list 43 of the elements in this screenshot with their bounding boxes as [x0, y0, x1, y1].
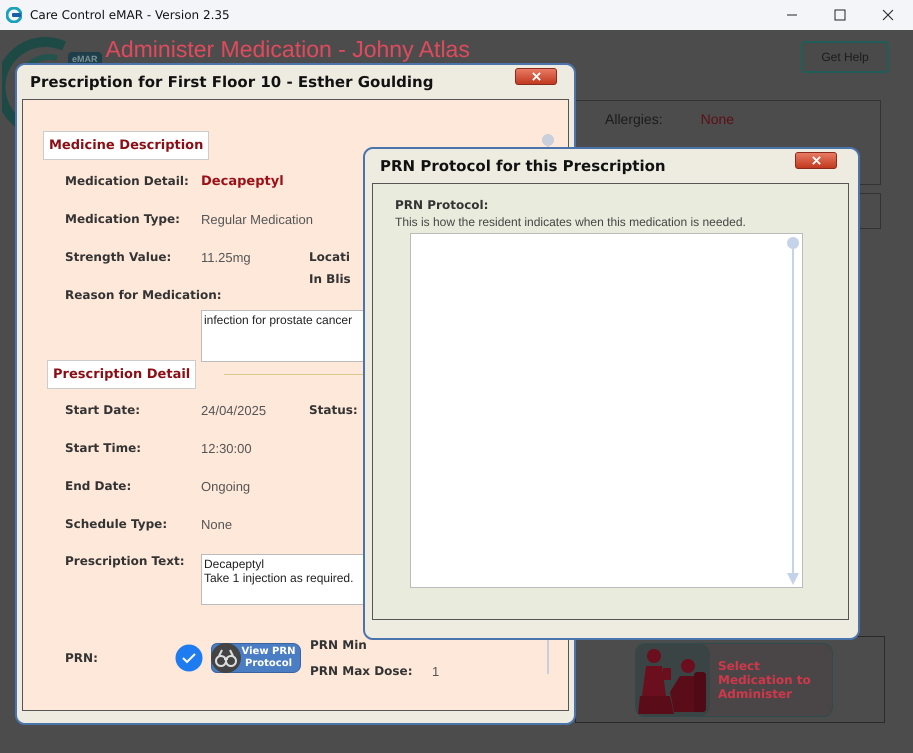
section-heading: Prescription Detail	[47, 360, 196, 389]
close-icon	[532, 72, 540, 80]
field-value: 11.25mg	[201, 250, 252, 264]
binoculars-icon	[211, 643, 241, 673]
field-label: Schedule Type:	[65, 517, 168, 531]
field-label: Prescription Text:	[65, 554, 186, 568]
checkbox[interactable]	[175, 644, 203, 672]
close-button[interactable]	[795, 152, 837, 168]
maximize-icon[interactable]	[834, 9, 846, 21]
field-label: Start Date:	[65, 403, 142, 417]
field-label: Medication Detail:	[65, 174, 190, 188]
field-label: Strength Value:	[65, 250, 172, 264]
section-heading: Medicine Description	[43, 131, 210, 160]
field-label: Status:	[309, 403, 359, 417]
view-prn-protocol-button[interactable]: View PRN Protocol	[211, 643, 301, 673]
field-label: End Date:	[65, 479, 132, 493]
field-value: 12:30:00	[201, 440, 253, 456]
field-label: PRN Min	[310, 638, 368, 652]
field-label: Reason for Medication:	[65, 288, 222, 302]
field-label: In Blis	[309, 272, 352, 286]
field-label: PRN:	[65, 651, 99, 665]
field-value: 1	[432, 664, 440, 678]
field-description: This is how the resident indicates when this medication is needed.	[395, 215, 747, 229]
scrollbar[interactable]	[786, 235, 800, 587]
window-title: Care Control eMAR - Version 2.35	[30, 8, 230, 22]
field-label: Locati	[309, 250, 351, 264]
dialog-title: PRN Protocol for this Prescription	[380, 157, 666, 175]
field-value: None	[201, 516, 234, 532]
field-value: 24/04/2025	[201, 402, 268, 418]
page-title: Administer Medication - Johny Atlas	[106, 36, 470, 62]
field-value: Ongoing	[201, 478, 252, 494]
field-label: Start Time:	[65, 441, 142, 455]
field-label: Medication Type:	[65, 212, 181, 226]
field-label: PRN Protocol:	[395, 198, 490, 212]
close-icon[interactable]	[882, 9, 894, 21]
field-value: Decapeptyl	[201, 174, 285, 188]
close-icon	[812, 156, 820, 164]
dialog-title: Prescription for First Floor 10 - Esther Goulding	[30, 73, 434, 91]
close-button[interactable]	[515, 68, 557, 84]
allergies-value: None	[700, 111, 734, 127]
app-logo-icon	[6, 7, 22, 23]
field-label: PRN Max Dose:	[310, 664, 414, 678]
protocol-text-field[interactable]	[410, 233, 803, 588]
